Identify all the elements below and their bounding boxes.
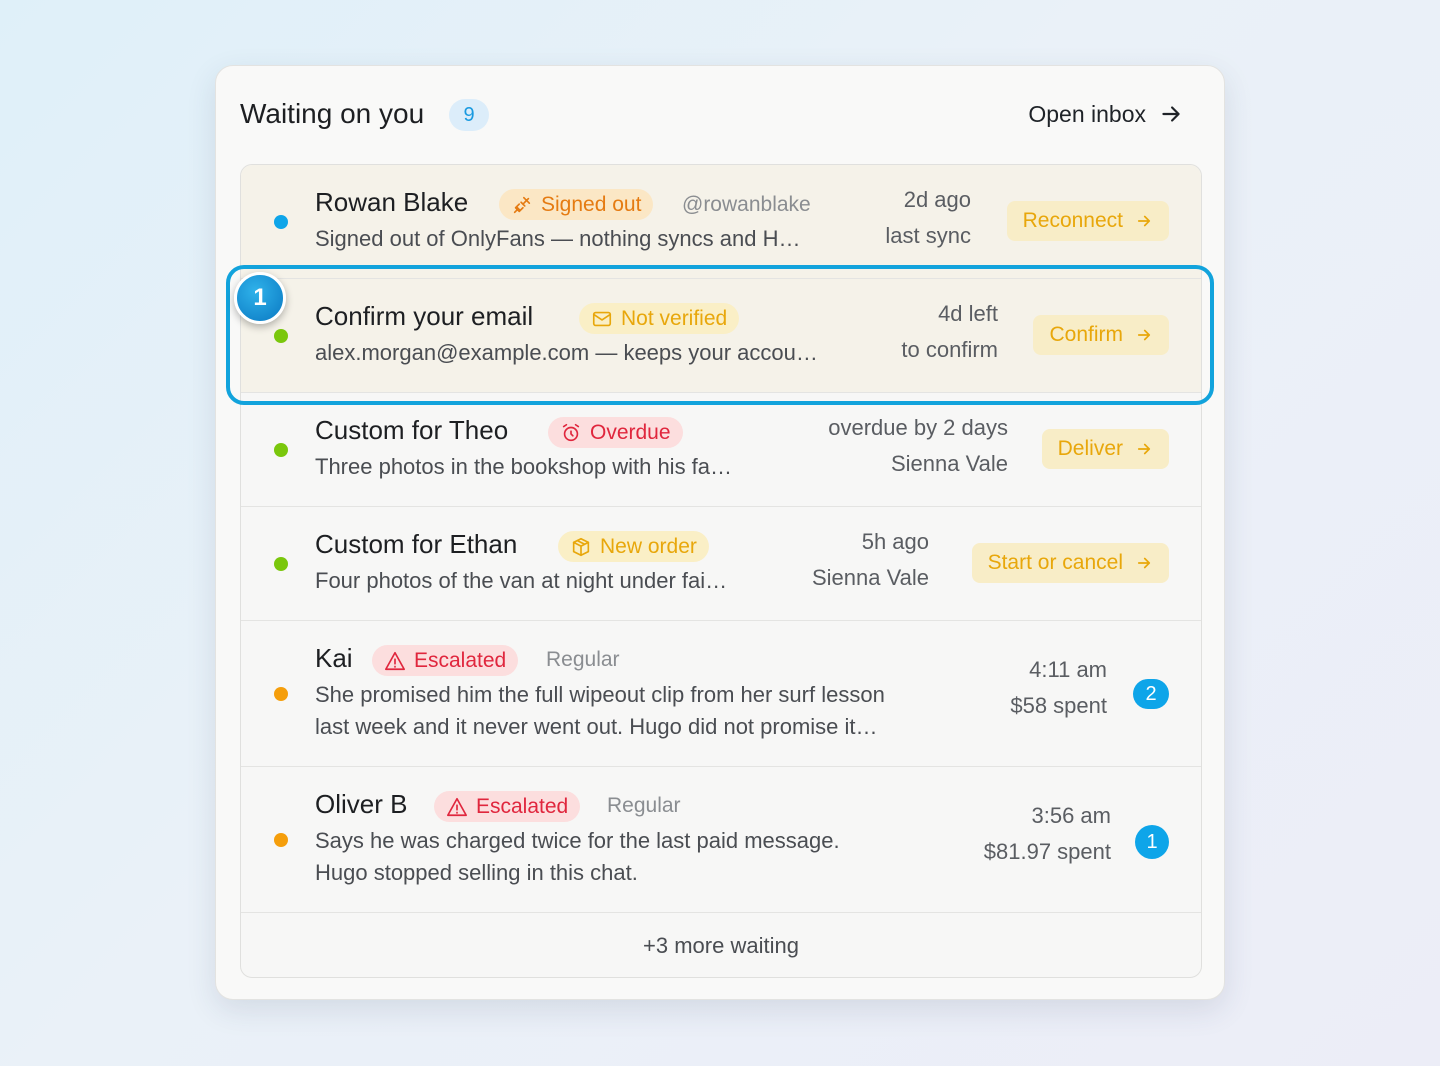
item-subtext: last sync (885, 223, 971, 248)
status-dot (274, 687, 288, 701)
status-badge: Escalated (434, 791, 581, 822)
status-badge-label: Not verified (621, 306, 728, 330)
item-time: 5h ago (861, 529, 929, 554)
segment-label: Regular (546, 648, 620, 671)
arrow-right-icon (1137, 557, 1151, 569)
item-subtext: $58 spent (1010, 693, 1107, 718)
arrow-right-icon (1137, 215, 1151, 227)
open-inbox-label: Open inbox (1028, 100, 1146, 127)
item-time: 4:11 am (1029, 657, 1107, 682)
status-badge: New order (558, 531, 709, 562)
list-item[interactable]: Kai Escalated Regular She promised him t… (241, 621, 1201, 767)
item-time: 3:56 am (1031, 803, 1112, 828)
confirm-button[interactable]: Confirm (1033, 315, 1169, 355)
item-preview-line2: Hugo stopped selling in this chat. (315, 860, 638, 885)
item-title: Custom for Ethan (315, 529, 518, 559)
item-subtext: to confirm (901, 337, 998, 362)
card-title: Waiting on you (240, 98, 425, 129)
item-preview: Four photos of the van at night under fa… (315, 568, 728, 593)
item-title: Kai (315, 643, 353, 673)
arrow-right-icon (1162, 106, 1180, 122)
waiting-on-you-card: Waiting on you 9 Open inbox Rowan Blake … (215, 65, 1225, 1000)
status-badge-label: New order (600, 534, 697, 558)
item-preview-line1: She promised him the full wipeout clip f… (315, 682, 885, 707)
item-subtext: Sienna Vale (890, 451, 1008, 476)
item-preview: Three photos in the bookshop with his fa… (315, 454, 733, 479)
item-subtext: Sienna Vale (811, 565, 929, 590)
list-item[interactable]: Custom for Theo Overdue Three photos in … (241, 393, 1201, 507)
status-badge: Not verified (579, 303, 740, 334)
arrow-right-icon (1137, 329, 1151, 341)
start-or-cancel-button[interactable]: Start or cancel (971, 543, 1169, 583)
item-preview-line2: last week and it never went out. Hugo di… (315, 714, 878, 739)
item-title: Rowan Blake (315, 187, 469, 217)
status-dot (274, 557, 288, 571)
status-badge: Overdue (548, 417, 683, 448)
status-badge-label: Overdue (590, 420, 671, 444)
status-badge-label: Escalated (414, 648, 507, 672)
status-dot (274, 215, 288, 229)
open-inbox-link[interactable]: Open inbox (1028, 96, 1184, 132)
list-item[interactable]: Confirm your email Not verified alex.mor… (241, 279, 1201, 393)
waiting-count-badge: 9 (449, 99, 489, 131)
alarm-clock-icon (562, 423, 580, 441)
package-icon (572, 537, 590, 556)
plug-icon (513, 196, 531, 213)
unread-count-badge: 2 (1133, 679, 1169, 709)
item-title: Custom for Theo (315, 415, 509, 445)
list-item[interactable]: Oliver B Escalated Regular Says he was c… (241, 767, 1201, 913)
status-dot (274, 329, 288, 343)
item-subtext: $81.97 spent (983, 839, 1111, 864)
item-time: 4d left (938, 301, 998, 326)
status-badge-label: Signed out (541, 192, 642, 216)
deliver-button-label: Deliver (1057, 437, 1123, 460)
list-item[interactable]: Custom for Ethan New order Four photos o… (241, 507, 1201, 621)
warning-icon (385, 651, 405, 670)
status-badge-label: Escalated (476, 794, 569, 818)
item-title: Oliver B (315, 789, 408, 819)
deliver-button[interactable]: Deliver (1041, 429, 1169, 469)
status-badge: Signed out (499, 189, 654, 220)
status-dot (274, 443, 288, 457)
warning-icon (447, 797, 467, 816)
arrow-right-icon (1137, 443, 1151, 455)
item-title: Confirm your email (315, 301, 534, 331)
list-item[interactable]: Rowan Blake Signed out @rowanblake Signe… (241, 165, 1201, 279)
item-preview-line1: Says he was charged twice for the last p… (315, 828, 840, 853)
mail-icon (592, 311, 612, 326)
item-preview: Signed out of OnlyFans — nothing syncs a… (315, 226, 801, 251)
step-number-badge: 1 (234, 272, 286, 324)
status-badge: Escalated (372, 645, 519, 676)
segment-label: Regular (607, 794, 681, 817)
item-time: 2d ago (903, 187, 971, 212)
confirm-button-label: Confirm (1049, 323, 1123, 346)
reconnect-button[interactable]: Reconnect (1006, 201, 1169, 241)
waiting-list: Rowan Blake Signed out @rowanblake Signe… (240, 164, 1202, 978)
start-or-cancel-button-label: Start or cancel (987, 551, 1123, 574)
item-preview: alex.morgan@example.com — keeps your acc… (315, 340, 818, 365)
reconnect-button-label: Reconnect (1022, 209, 1123, 232)
item-time: overdue by 2 days (828, 415, 1008, 440)
more-waiting-link[interactable]: +3 more waiting (241, 913, 1201, 977)
handle: @rowanblake (682, 193, 811, 216)
unread-count-badge: 1 (1135, 825, 1169, 859)
status-dot (274, 833, 288, 847)
